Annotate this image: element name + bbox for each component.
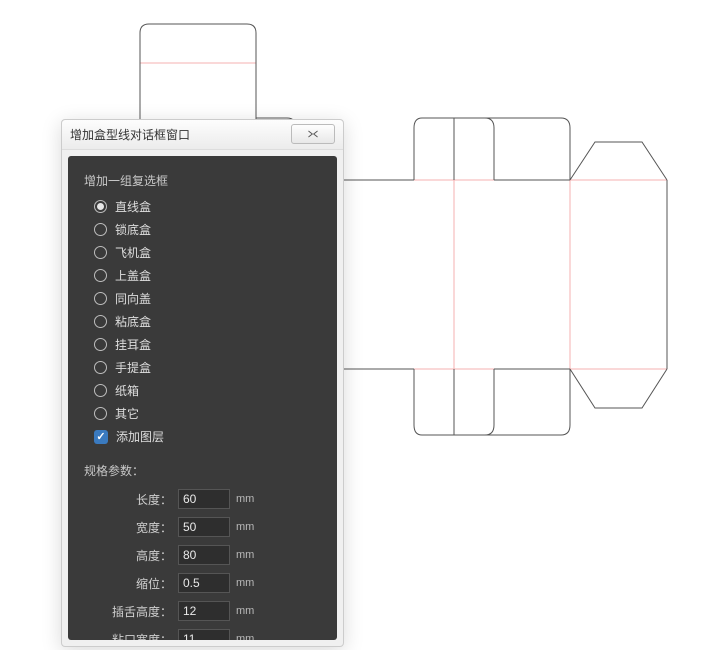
radio-label: 其它 xyxy=(115,405,139,422)
boxtype-radio-group: 直线盒锁底盒飞机盒上盖盒同向盖粘底盒挂耳盒手提盒纸箱其它 xyxy=(84,195,327,425)
unit-label: mm xyxy=(236,549,256,561)
boxtype-radio[interactable]: 飞机盒 xyxy=(84,241,327,264)
boxtype-radio[interactable]: 锁底盒 xyxy=(84,218,327,241)
unit-label: mm xyxy=(236,605,256,617)
unit-label: mm xyxy=(236,633,256,640)
close-icon xyxy=(306,129,320,139)
radio-label: 粘底盒 xyxy=(115,313,151,330)
unit-label: mm xyxy=(236,493,256,505)
offset-input[interactable] xyxy=(178,573,230,593)
radio-label: 飞机盒 xyxy=(115,244,151,261)
boxtype-radio[interactable]: 手提盒 xyxy=(84,356,327,379)
group-label: 增加一组复选框 xyxy=(84,172,327,189)
param-length: 长度： mm xyxy=(84,485,327,513)
checkmark-icon: ✓ xyxy=(94,430,108,444)
length-input[interactable] xyxy=(178,489,230,509)
param-label: 高度： xyxy=(84,547,172,564)
boxtype-radio[interactable]: 上盖盒 xyxy=(84,264,327,287)
param-label: 宽度： xyxy=(84,519,172,536)
param-label: 长度： xyxy=(84,491,172,508)
radio-icon xyxy=(94,315,107,328)
radio-label: 锁底盒 xyxy=(115,221,151,238)
boxtype-radio[interactable]: 挂耳盒 xyxy=(84,333,327,356)
tuck-height-input[interactable] xyxy=(178,601,230,621)
radio-label: 挂耳盒 xyxy=(115,336,151,353)
radio-icon xyxy=(94,384,107,397)
boxtype-radio[interactable]: 其它 xyxy=(84,402,327,425)
radio-icon xyxy=(94,269,107,282)
glue-width-input[interactable] xyxy=(178,629,230,640)
width-input[interactable] xyxy=(178,517,230,537)
radio-icon xyxy=(94,338,107,351)
param-label: 缩位： xyxy=(84,575,172,592)
close-button[interactable] xyxy=(291,124,335,144)
radio-label: 同向盖 xyxy=(115,290,151,307)
radio-icon xyxy=(94,361,107,374)
boxtype-radio[interactable]: 粘底盒 xyxy=(84,310,327,333)
param-label: 插舌高度： xyxy=(84,603,172,620)
param-offset: 缩位： mm xyxy=(84,569,327,597)
param-height: 高度： mm xyxy=(84,541,327,569)
param-glue-width: 粘口宽度： mm xyxy=(84,625,327,640)
param-label: 粘口宽度： xyxy=(84,631,172,641)
radio-icon xyxy=(94,407,107,420)
height-input[interactable] xyxy=(178,545,230,565)
param-width: 宽度： mm xyxy=(84,513,327,541)
radio-icon xyxy=(94,292,107,305)
add-layer-label: 添加图层 xyxy=(116,428,164,445)
boxtype-radio[interactable]: 直线盒 xyxy=(84,195,327,218)
param-tuck-height: 插舌高度： mm xyxy=(84,597,327,625)
unit-label: mm xyxy=(236,577,256,589)
boxtype-radio[interactable]: 纸箱 xyxy=(84,379,327,402)
radio-icon xyxy=(94,246,107,259)
box-dialog: 增加盒型线对话框窗口 增加一组复选框 直线盒锁底盒飞机盒上盖盒同向盖粘底盒挂耳盒… xyxy=(61,119,344,647)
unit-label: mm xyxy=(236,521,256,533)
radio-icon xyxy=(94,200,107,213)
radio-label: 直线盒 xyxy=(115,198,151,215)
dialog-title: 增加盒型线对话框窗口 xyxy=(70,126,190,143)
boxtype-radio[interactable]: 同向盖 xyxy=(84,287,327,310)
radio-label: 上盖盒 xyxy=(115,267,151,284)
dialog-body: 增加一组复选框 直线盒锁底盒飞机盒上盖盒同向盖粘底盒挂耳盒手提盒纸箱其它 ✓ 添… xyxy=(68,156,337,640)
add-layer-checkbox[interactable]: ✓ 添加图层 xyxy=(84,425,327,448)
dialog-titlebar[interactable]: 增加盒型线对话框窗口 xyxy=(62,120,343,150)
radio-label: 纸箱 xyxy=(115,382,139,399)
radio-label: 手提盒 xyxy=(115,359,151,376)
spec-label: 规格参数： xyxy=(84,462,327,479)
radio-icon xyxy=(94,223,107,236)
